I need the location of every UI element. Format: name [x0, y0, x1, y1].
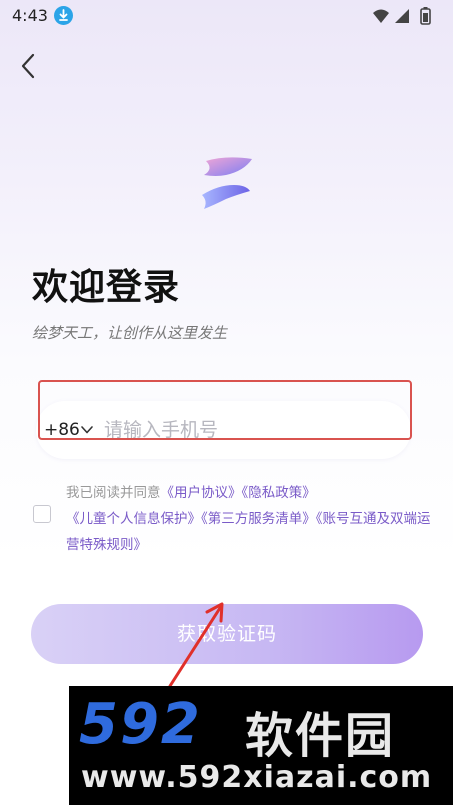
agreement-text: 我已阅读并同意《用户协议》《隐私政策》《儿童个人信息保护》《第三方服务清单》《账… [66, 480, 438, 558]
status-time: 4:43 [12, 6, 48, 25]
country-code-selector[interactable]: +86 [44, 420, 80, 440]
chevron-left-icon [21, 53, 35, 79]
page-subtitle: 绘梦天工，让创作从这里发生 [32, 324, 228, 342]
child-protection-link[interactable]: 《儿童个人信息保护》 [66, 511, 201, 527]
back-button[interactable] [14, 50, 46, 82]
phone-input[interactable] [104, 414, 394, 446]
watermark-banner: 592 软件园 www.592xiazai.com [69, 686, 453, 805]
watermark-brand-name: 软件园 [245, 708, 396, 764]
privacy-policy-link[interactable]: 《隐私政策》 [242, 485, 316, 501]
agreement-checkbox[interactable] [33, 505, 51, 523]
agreement-prefix: 我已阅读并同意 [66, 485, 161, 501]
signal-icon [395, 9, 409, 23]
wifi-icon [373, 9, 389, 23]
watermark-url: www.592xiazai.com [81, 760, 433, 795]
third-party-list-link[interactable]: 《第三方服务清单》 [201, 511, 316, 527]
red-arrow-annotation [168, 602, 224, 688]
status-icons [373, 7, 431, 25]
app-logo [202, 157, 252, 209]
watermark-brand-number: 592 [79, 692, 202, 757]
user-agreement-link[interactable]: 《用户协议》 [161, 485, 242, 501]
chevron-down-icon[interactable] [80, 423, 94, 437]
download-notification-icon [54, 6, 73, 25]
page-title: 欢迎登录 [32, 267, 181, 308]
status-bar: 4:43 [0, 0, 453, 32]
